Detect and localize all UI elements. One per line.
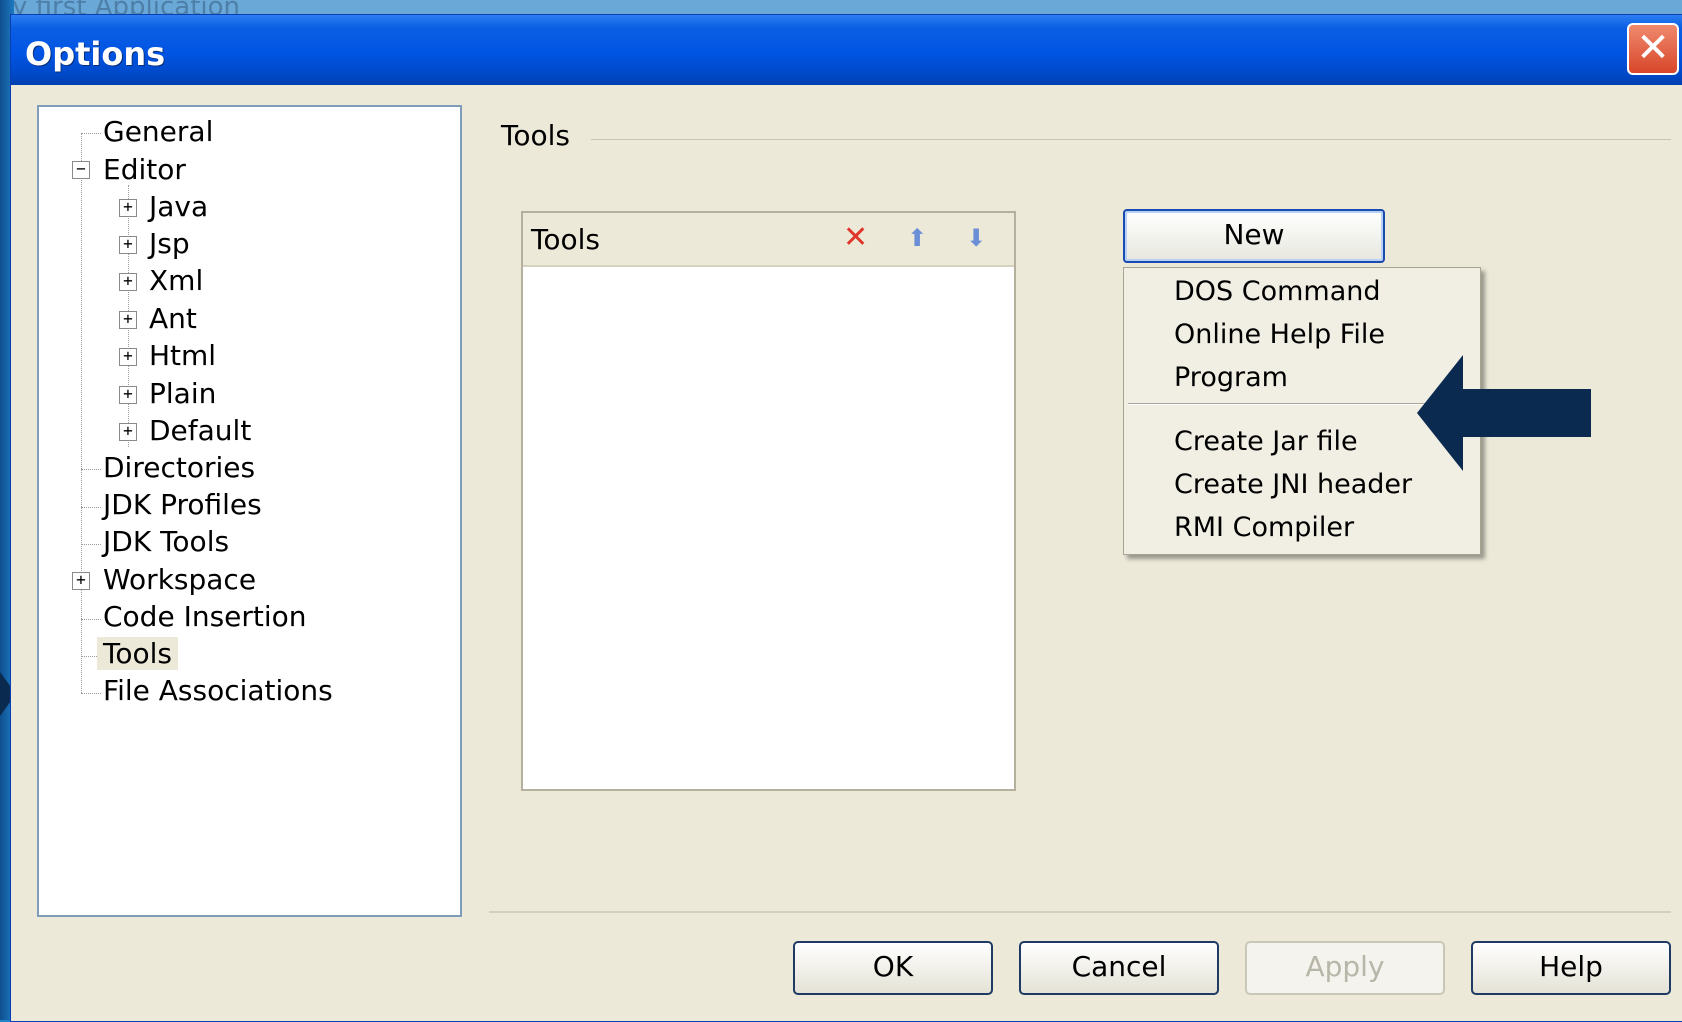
menu-item-create-jar-file[interactable]: Create Jar file — [1174, 426, 1358, 457]
expand-icon[interactable]: + — [119, 236, 137, 254]
move-up-icon[interactable]: ⬆ — [907, 223, 927, 253]
callout-arrow-icon — [1417, 355, 1591, 471]
tree-connector — [81, 133, 82, 693]
help-button[interactable]: Help — [1471, 941, 1671, 995]
tree-item-jsp[interactable]: Jsp — [149, 227, 190, 260]
tree-connector — [81, 469, 101, 470]
options-dialog: Options ✕ General − Editor + Java + Jsp … — [10, 14, 1682, 1022]
menu-item-rmi-compiler[interactable]: RMI Compiler — [1174, 512, 1354, 543]
close-icon[interactable]: ✕ — [1627, 23, 1679, 75]
expand-icon[interactable]: + — [119, 423, 137, 441]
tree-item-tools[interactable]: Tools — [97, 637, 178, 670]
move-down-icon[interactable]: ⬇ — [966, 223, 986, 253]
tree-connector — [81, 133, 101, 134]
tree-item-workspace[interactable]: Workspace — [103, 563, 256, 596]
tree-item-jdk-profiles[interactable]: JDK Profiles — [103, 488, 262, 521]
tree-item-default[interactable]: Default — [149, 414, 251, 447]
dialog-titlebar[interactable]: Options ✕ — [11, 15, 1682, 85]
tree-connector — [81, 544, 101, 545]
menu-item-program[interactable]: Program — [1174, 362, 1288, 393]
ok-button[interactable]: OK — [793, 941, 993, 995]
options-tree[interactable]: General − Editor + Java + Jsp + Xml + An… — [37, 105, 462, 917]
menu-item-create-jni-header[interactable]: Create JNI header — [1174, 469, 1412, 500]
tree-item-directories[interactable]: Directories — [103, 451, 255, 484]
dialog-title: Options — [25, 35, 166, 73]
expand-icon[interactable]: + — [119, 348, 137, 366]
collapse-icon[interactable]: − — [72, 161, 90, 179]
tree-item-ant[interactable]: Ant — [149, 302, 197, 335]
tools-list-header: Tools ✕ ⬆ ⬇ — [523, 213, 1014, 267]
tree-item-jdk-tools[interactable]: JDK Tools — [103, 525, 229, 558]
tree-item-java[interactable]: Java — [149, 190, 208, 223]
tree-item-html[interactable]: Html — [149, 339, 216, 372]
group-title: Tools — [501, 119, 580, 152]
expand-icon[interactable]: + — [119, 386, 137, 404]
bottom-divider — [489, 911, 1671, 913]
expand-icon[interactable]: + — [119, 273, 137, 291]
tree-item-general[interactable]: General — [103, 115, 213, 148]
expand-icon[interactable]: + — [119, 311, 137, 329]
apply-button[interactable]: Apply — [1245, 941, 1445, 995]
tree-item-editor[interactable]: Editor — [103, 153, 186, 186]
tree-connector — [81, 619, 101, 620]
group-divider — [591, 139, 1671, 140]
tree-connector — [81, 507, 101, 508]
menu-item-dos-command[interactable]: DOS Command — [1174, 276, 1381, 307]
expand-icon[interactable]: + — [72, 572, 90, 590]
tree-item-plain[interactable]: Plain — [149, 377, 216, 410]
tools-list-header-label: Tools — [531, 223, 600, 256]
tree-item-code-insertion[interactable]: Code Insertion — [103, 600, 307, 633]
cancel-button[interactable]: Cancel — [1019, 941, 1219, 995]
menu-item-online-help-file[interactable]: Online Help File — [1174, 319, 1385, 350]
expand-icon[interactable]: + — [119, 199, 137, 217]
tools-list[interactable]: Tools ✕ ⬆ ⬇ — [521, 211, 1016, 791]
tree-connector — [81, 693, 101, 694]
tree-item-file-associations[interactable]: File Associations — [103, 674, 333, 707]
delete-icon[interactable]: ✕ — [843, 223, 868, 253]
tree-item-xml[interactable]: Xml — [149, 264, 203, 297]
new-button[interactable]: New — [1123, 209, 1385, 263]
